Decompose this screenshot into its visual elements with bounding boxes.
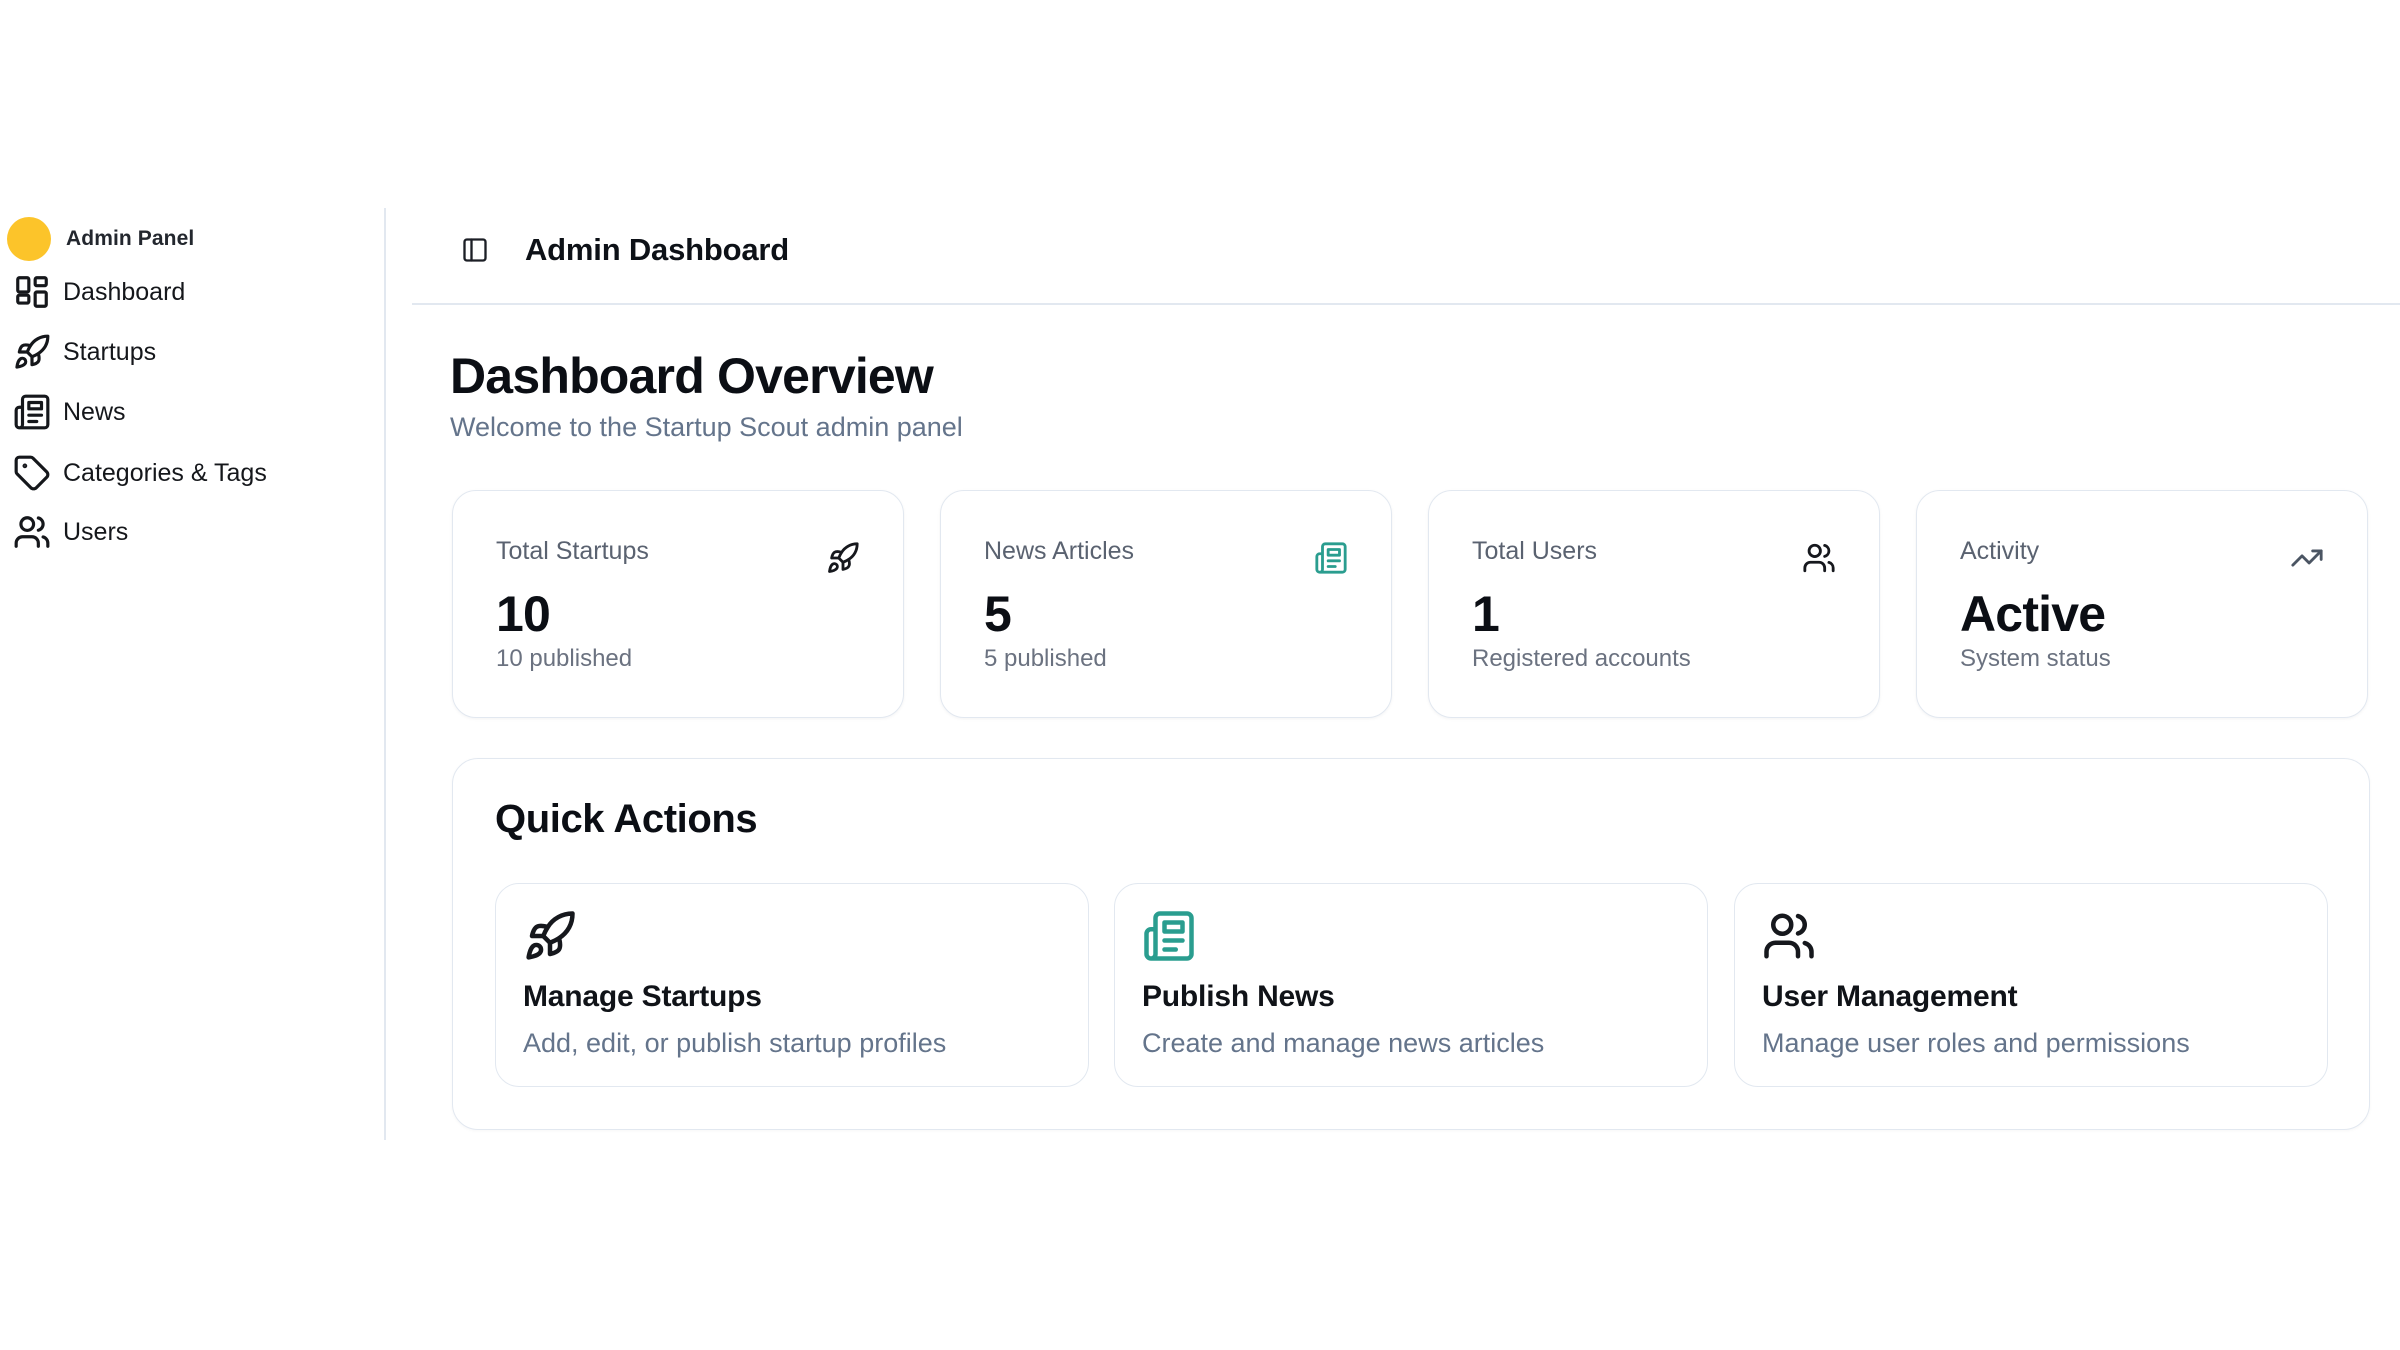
- sidebar-item-users[interactable]: Users: [13, 511, 363, 553]
- sidebar-item-startups[interactable]: Startups: [13, 331, 363, 373]
- action-card-user-management[interactable]: User Management Manage user roles and pe…: [1734, 883, 2328, 1087]
- quick-actions-panel: Quick Actions Manage Startups Add, edit,…: [452, 758, 2370, 1130]
- header-divider: [412, 303, 2400, 305]
- sidebar-item-news[interactable]: News: [13, 391, 363, 433]
- stat-card-activity: Activity Active System status: [1916, 490, 2368, 718]
- stat-subtext: Registered accounts: [1472, 645, 1691, 673]
- action-description: Create and manage news articles: [1142, 1028, 1544, 1059]
- brand-logo: [7, 217, 51, 261]
- stat-card-total-startups: Total Startups 10 10 published: [452, 490, 904, 718]
- rocket-icon: [523, 909, 577, 963]
- action-card-manage-startups[interactable]: Manage Startups Add, edit, or publish st…: [495, 883, 1089, 1087]
- stat-value: 1: [1472, 585, 1499, 643]
- brand-label: Admin Panel: [66, 227, 194, 251]
- sidebar-item-label: Dashboard: [63, 278, 185, 307]
- newspaper-icon: [13, 393, 51, 431]
- stat-card-total-users: Total Users 1 Registered accounts: [1428, 490, 1880, 718]
- newspaper-icon: [1142, 909, 1196, 963]
- sidebar-item-dashboard[interactable]: Dashboard: [13, 271, 363, 313]
- stat-card-news-articles: News Articles 5 5 published: [940, 490, 1392, 718]
- stat-label: News Articles: [984, 537, 1134, 566]
- stat-label: Total Startups: [496, 537, 649, 566]
- trending-up-icon: [2290, 541, 2324, 575]
- action-card-publish-news[interactable]: Publish News Create and manage news arti…: [1114, 883, 1708, 1087]
- sidebar-item-label: Users: [63, 518, 128, 547]
- panel-left-icon: [461, 236, 489, 264]
- tag-icon: [13, 454, 51, 492]
- stat-value: 5: [984, 585, 1011, 643]
- stat-subtext: System status: [1960, 645, 2111, 673]
- sidebar-item-label: Startups: [63, 338, 156, 367]
- newspaper-icon: [1314, 541, 1348, 575]
- stat-subtext: 5 published: [984, 645, 1107, 673]
- stat-label: Activity: [1960, 537, 2039, 566]
- action-title: User Management: [1762, 980, 2017, 1014]
- rocket-icon: [826, 541, 860, 575]
- sidebar-toggle-button[interactable]: [461, 236, 489, 264]
- action-title: Publish News: [1142, 980, 1335, 1014]
- stat-value: 10: [496, 585, 550, 643]
- action-description: Manage user roles and permissions: [1762, 1028, 2190, 1059]
- stat-value: Active: [1960, 585, 2105, 643]
- page-title: Admin Dashboard: [525, 232, 789, 268]
- layout-dashboard-icon: [13, 273, 51, 311]
- overview-subtitle: Welcome to the Startup Scout admin panel: [450, 412, 963, 443]
- users-icon: [1762, 909, 1816, 963]
- overview-title: Dashboard Overview: [450, 347, 933, 405]
- rocket-icon: [13, 333, 51, 371]
- users-icon: [1802, 541, 1836, 575]
- action-description: Add, edit, or publish startup profiles: [523, 1028, 946, 1059]
- brand: Admin Panel: [7, 217, 194, 261]
- stat-subtext: 10 published: [496, 645, 632, 673]
- sidebar-item-categories-tags[interactable]: Categories & Tags: [13, 452, 363, 494]
- app-canvas: Admin Panel Dashboard Startups News Cate…: [0, 0, 2400, 1350]
- sidebar-item-label: Categories & Tags: [63, 459, 267, 488]
- sidebar-item-label: News: [63, 398, 126, 427]
- stat-label: Total Users: [1472, 537, 1597, 566]
- action-title: Manage Startups: [523, 980, 762, 1014]
- sidebar-divider: [384, 208, 386, 1140]
- quick-actions-title: Quick Actions: [495, 797, 757, 842]
- users-icon: [13, 513, 51, 551]
